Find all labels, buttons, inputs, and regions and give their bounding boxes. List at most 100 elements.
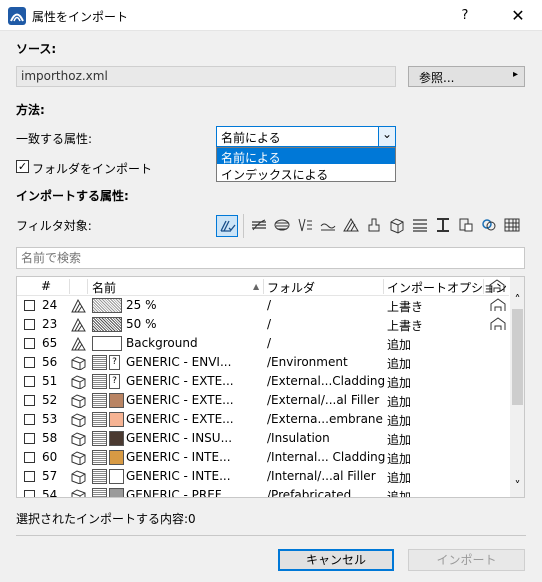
missing-surface-icon: ? xyxy=(109,374,120,389)
table-row[interactable]: 24 25 % / 上書き xyxy=(17,296,509,315)
chevron-right-icon: ▸ xyxy=(512,69,518,80)
row-import-option[interactable]: 追加 xyxy=(387,450,411,467)
fill-types-icon[interactable] xyxy=(273,216,291,237)
browse-button-label: 参照... xyxy=(419,71,455,85)
row-import-option[interactable]: 追加 xyxy=(387,412,411,429)
close-button[interactable]: ✕ xyxy=(506,5,530,27)
row-checkbox[interactable] xyxy=(24,490,35,497)
source-label: ソース: xyxy=(16,42,57,56)
row-import-option[interactable]: 追加 xyxy=(387,469,411,486)
search-input[interactable] xyxy=(17,248,524,268)
row-import-option[interactable]: 追加 xyxy=(387,431,411,448)
surface-color-swatch xyxy=(109,412,124,427)
row-checkbox[interactable] xyxy=(24,471,35,482)
method-label: 方法: xyxy=(16,103,45,117)
table-row[interactable]: 60 GENERIC - INTE... /Internal... Cladding… xyxy=(17,448,509,467)
scroll-down-arrow[interactable]: ˅ xyxy=(510,479,524,493)
selected-count-text: 選択されたインポートする内容:0 xyxy=(16,512,196,526)
import-folders-checkbox[interactable]: ✓ xyxy=(16,160,29,173)
row-checkbox[interactable] xyxy=(24,433,35,444)
profiles-icon[interactable] xyxy=(434,216,452,237)
row-name: 50 % xyxy=(126,317,157,331)
row-name: GENERIC - PREF... xyxy=(126,488,232,498)
row-number: 24 xyxy=(42,298,58,312)
row-checkbox[interactable] xyxy=(24,414,35,425)
row-number: 54 xyxy=(42,488,58,498)
row-checkbox[interactable] xyxy=(24,300,35,311)
chevron-down-icon[interactable]: ⌄ xyxy=(378,127,395,146)
table-row[interactable]: 52 GENERIC - EXTE... /External/...al Fille… xyxy=(17,391,509,410)
filter-all-icon[interactable] xyxy=(216,215,238,237)
table-row[interactable]: 53 GENERIC - EXTE... /Externa...embrane 追加 xyxy=(17,410,509,429)
row-import-option[interactable]: 追加 xyxy=(387,355,411,372)
table-row[interactable]: 57 GENERIC - INTE... /Internal/...al Fille… xyxy=(17,467,509,486)
building-materials-icon[interactable] xyxy=(388,216,406,237)
markup-styles-icon[interactable] xyxy=(365,216,383,237)
import-button[interactable]: インポート xyxy=(408,549,525,571)
scrollbar-thumb[interactable] xyxy=(512,309,523,405)
surfaces-icon[interactable] xyxy=(342,216,360,237)
browse-button[interactable]: 参照... ▸ xyxy=(408,66,525,87)
table-row[interactable]: 54 GENERIC - PREF... /Prefabricated 追加 xyxy=(17,486,509,498)
row-checkbox[interactable] xyxy=(24,376,35,387)
zones-icon[interactable] xyxy=(319,216,337,237)
table-row[interactable]: 51? GENERIC - EXTE... /External...Cladding… xyxy=(17,372,509,391)
row-number: 52 xyxy=(42,393,58,407)
row-name: GENERIC - EXTE... xyxy=(126,393,234,407)
row-folder: /External/...al Filler xyxy=(267,393,380,407)
dropdown-option-by-name[interactable]: 名前による xyxy=(217,148,395,165)
match-method-selected: 名前による xyxy=(221,131,281,145)
source-file-field: importhoz.xml xyxy=(16,66,396,87)
fill-pattern-swatch xyxy=(92,355,107,370)
mep-systems-icon[interactable] xyxy=(480,216,498,237)
match-method-select[interactable]: 名前による ⌄ xyxy=(216,126,396,147)
building-material-icon xyxy=(71,355,87,371)
row-import-option[interactable]: 上書き xyxy=(387,317,423,334)
row-name: GENERIC - INSU... xyxy=(126,431,233,445)
overwrite-house-icon xyxy=(489,317,507,334)
header-folder[interactable]: フォルダ xyxy=(267,279,315,296)
row-import-option[interactable]: 追加 xyxy=(387,488,411,497)
row-checkbox[interactable] xyxy=(24,338,35,349)
header-building-material-icon xyxy=(488,279,506,296)
row-import-option[interactable]: 追加 xyxy=(387,336,411,353)
row-checkbox[interactable] xyxy=(24,319,35,330)
scroll-up-arrow[interactable]: ˄ xyxy=(510,293,524,307)
pens-icon[interactable] xyxy=(296,216,314,237)
row-folder: /External...Cladding xyxy=(267,374,386,388)
row-checkbox[interactable] xyxy=(24,395,35,406)
match-method-dropdown: 名前による インデックスによる xyxy=(216,147,396,182)
title-bar: 属性をインポート ? ✕ xyxy=(0,0,542,31)
table-row[interactable]: 56? GENERIC - ENVI... /Environment 追加 xyxy=(17,353,509,372)
footer-divider xyxy=(16,535,526,536)
building-material-icon xyxy=(71,488,87,497)
row-import-option[interactable]: 追加 xyxy=(387,393,411,410)
composites-icon[interactable] xyxy=(411,216,429,237)
row-import-option[interactable]: 追加 xyxy=(387,374,411,391)
cancel-button[interactable]: キャンセル xyxy=(278,549,394,571)
search-box[interactable] xyxy=(16,247,525,269)
row-number: 23 xyxy=(42,317,58,331)
building-material-icon xyxy=(71,374,87,390)
help-button[interactable]: ? xyxy=(455,6,475,26)
layer-combinations-icon[interactable] xyxy=(457,216,475,237)
row-import-option[interactable]: 上書き xyxy=(387,298,423,315)
header-name[interactable]: 名前 xyxy=(92,279,116,296)
line-types-icon[interactable] xyxy=(250,216,268,237)
grid-table-icon[interactable] xyxy=(503,216,521,237)
dropdown-option-by-index[interactable]: インデックスによる xyxy=(217,165,395,182)
header-number[interactable]: # xyxy=(41,279,51,293)
row-name: Background xyxy=(126,336,198,350)
row-folder: / xyxy=(267,336,272,350)
row-folder: /Environment xyxy=(267,355,348,369)
row-checkbox[interactable] xyxy=(24,357,35,368)
window-title: 属性をインポート xyxy=(32,10,129,24)
table-row[interactable]: 58 GENERIC - INSU... /Insulation 追加 xyxy=(17,429,509,448)
row-name: GENERIC - EXTE... xyxy=(126,412,234,426)
table-row[interactable]: 65 Background / 追加 xyxy=(17,334,509,353)
archicad-app-icon xyxy=(8,7,26,25)
fill-swatch xyxy=(92,317,122,332)
table-row[interactable]: 23 50 % / 上書き xyxy=(17,315,509,334)
row-checkbox[interactable] xyxy=(24,452,35,463)
row-folder: /Prefabricated xyxy=(267,488,352,498)
